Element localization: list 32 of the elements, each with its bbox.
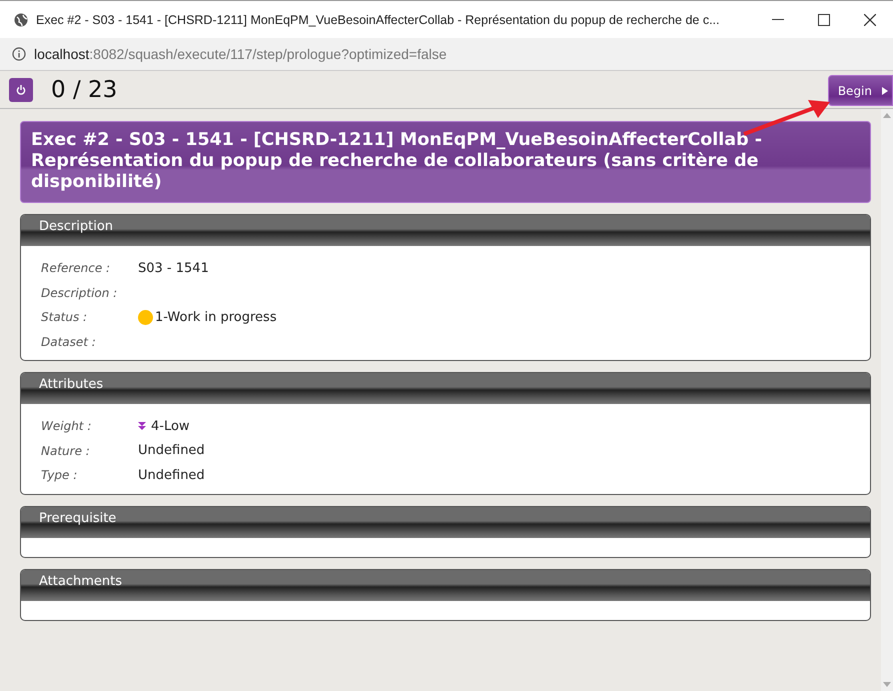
maximize-icon	[818, 14, 830, 26]
field-value: 1-Work in progress	[155, 310, 277, 325]
field-value: S03 - 1541	[138, 260, 209, 276]
field-label: Weight :	[41, 419, 92, 434]
field-value: Undefined	[138, 468, 205, 483]
section-header[interactable]: Description	[21, 215, 870, 246]
section-header[interactable]: Prerequisite	[21, 506, 870, 538]
close-icon	[864, 14, 876, 26]
minimize-icon	[772, 19, 784, 20]
field-value: Undefined	[138, 443, 205, 458]
scroll-down-icon	[883, 682, 891, 687]
scroll-up-icon	[883, 113, 891, 118]
step-counter: 0 / 23	[51, 76, 118, 102]
info-icon	[12, 47, 26, 61]
field-label: Reference :	[41, 261, 112, 276]
double-chevron-icon	[138, 421, 146, 432]
play-icon	[882, 86, 888, 94]
scrollbar[interactable]	[881, 109, 893, 691]
globe-icon	[14, 12, 28, 26]
field-label: Type :	[41, 468, 78, 482]
execution-title: Exec #2 - S03 - 1541 - [CHSRD-1211] MonEqPM_VueBesoinAffecterCollab - Représentation du popup de recherche de collaborateurs (sans critère de disponibilité)	[20, 121, 871, 203]
window-title: Exec #2 - S03 - 1541 - [CHSRD-1211] MonEqPM_VueBesoinAffecterCollab - Représentation du popup de recherche de c...	[36, 12, 720, 26]
power-button[interactable]	[9, 78, 33, 102]
field-label: Nature :	[41, 444, 91, 458]
section-header[interactable]: Attachments	[21, 570, 870, 600]
power-icon	[16, 84, 26, 94]
begin-button[interactable]: Begin	[828, 75, 893, 106]
section-header[interactable]: Attributes	[21, 373, 870, 404]
field-value: 4-Low	[151, 418, 190, 434]
field-label: Dataset :	[41, 334, 97, 349]
field-label: Description :	[41, 286, 118, 300]
field-label: Status :	[41, 310, 88, 324]
